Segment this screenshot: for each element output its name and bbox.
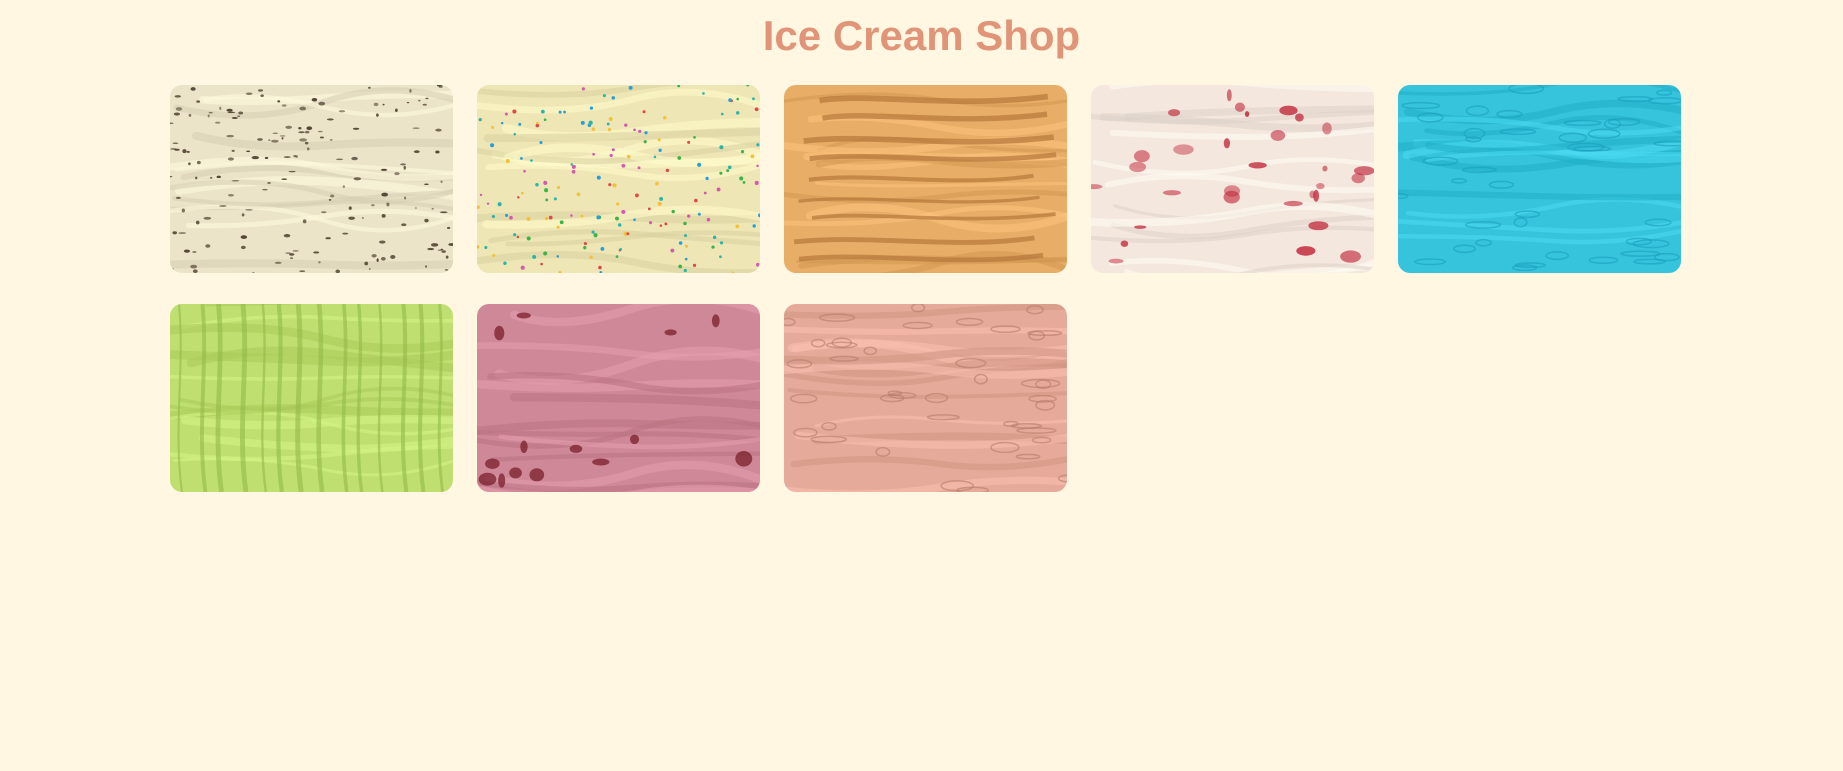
page-title: Ice Cream Shop [762,12,1081,59]
flavor-tile[interactable] [170,85,453,273]
ice-cream-shop-page: Ice Cream Shop [0,0,1843,771]
cookies-and-cream-texture [170,85,453,273]
vanilla-sprinkles-texture [477,85,760,273]
flavor-tile[interactable] [1091,85,1374,273]
pistachio-texture [170,304,453,492]
chocolate-texture [784,304,1067,492]
flavor-grid [170,85,1681,492]
blue-raspberry-texture [1398,85,1681,273]
flavor-tile[interactable] [477,85,760,273]
flavor-tile[interactable] [784,304,1067,492]
peanut-butter-texture [784,85,1067,273]
flavor-tile[interactable] [784,85,1067,273]
cherry-swirl-texture [1091,85,1374,273]
flavor-tile[interactable] [170,304,453,492]
flavor-tile[interactable] [1398,85,1681,273]
strawberry-chunk-texture [477,304,760,492]
flavor-tile[interactable] [477,304,760,492]
